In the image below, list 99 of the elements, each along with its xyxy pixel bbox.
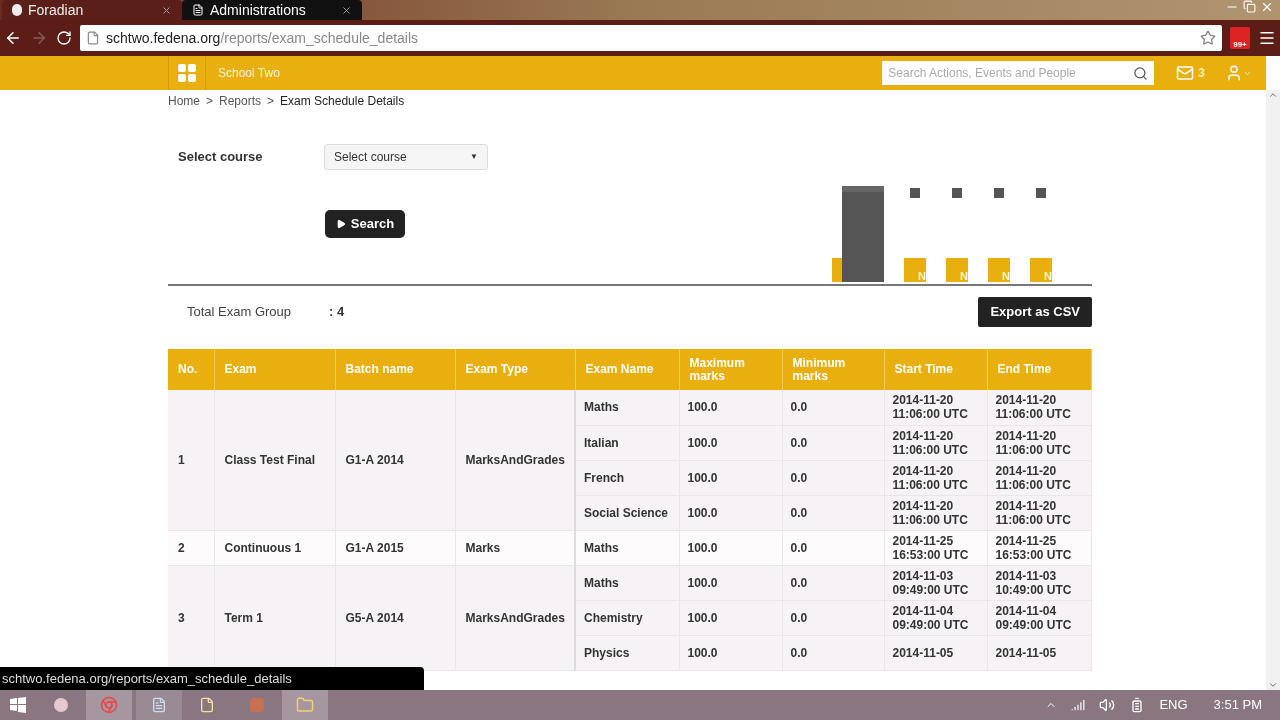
table-cell: 2014-11-20 11:06:00 UTC	[884, 390, 987, 425]
course-select[interactable]: Select course ▼	[324, 144, 488, 170]
browser-tab[interactable]: Foradian	[2, 0, 182, 20]
start-icon[interactable]	[10, 697, 26, 713]
reload-icon[interactable]	[56, 30, 72, 46]
table-cell: 100.0	[679, 460, 782, 495]
export-button[interactable]: Export as CSV	[978, 297, 1092, 327]
scroll-up-icon[interactable]	[1268, 90, 1278, 100]
field-label: Select course	[178, 148, 264, 167]
page-icon	[192, 4, 204, 16]
search-button[interactable]: Search	[325, 210, 405, 238]
table-cell: 0.0	[782, 425, 884, 460]
globe-icon	[12, 4, 22, 16]
status-url: schtwo.fedena.org/reports/exam_schedule_details	[0, 667, 424, 690]
table-cell: 0.0	[782, 390, 884, 425]
search-field[interactable]: Search Actions, Events and People	[882, 61, 1155, 85]
table-cell: 2014-11-04 09:49:00 UTC	[884, 600, 987, 635]
message-count: 3	[1198, 65, 1205, 82]
page-icon	[86, 31, 100, 45]
table-cell: 0.0	[782, 460, 884, 495]
bar-label: N	[1044, 271, 1052, 282]
play-icon	[335, 219, 346, 229]
star-icon[interactable]	[1200, 30, 1216, 46]
bar-label: N	[960, 271, 968, 282]
table-cell: Maths	[575, 530, 679, 565]
search-icon[interactable]	[1133, 65, 1149, 81]
close-icon[interactable]	[341, 4, 352, 16]
chart-marker	[994, 188, 1004, 198]
table-cell: 2014-11-20 11:06:00 UTC	[987, 460, 1091, 495]
table-cell: 2014-11-25 16:53:00 UTC	[884, 530, 987, 565]
scroll-down-icon[interactable]	[1268, 680, 1278, 690]
browser-tab[interactable]: Administrations	[182, 0, 362, 20]
table-cell: 100.0	[679, 495, 782, 530]
table-cell: 100.0	[679, 425, 782, 460]
breadcrumb-item: >	[206, 93, 214, 110]
file-icon[interactable]	[199, 697, 215, 713]
close-icon[interactable]	[161, 4, 172, 16]
table-cell: Maths	[575, 565, 679, 600]
table-cell: 2014-11-04 09:49:00 UTC	[987, 600, 1091, 635]
table-cell: 100.0	[679, 390, 782, 425]
chart-marker	[910, 188, 920, 198]
table-cell: 100.0	[679, 530, 782, 565]
table-cell: Continuous 1	[214, 530, 335, 565]
folder-icon[interactable]	[296, 696, 314, 714]
breadcrumb-item: >	[267, 93, 275, 110]
table-cell: 2014-11-25 16:53:00 UTC	[987, 530, 1091, 565]
table-cell: Physics	[575, 635, 679, 670]
menu-icon[interactable]	[1258, 29, 1276, 47]
chart-marker	[952, 188, 962, 198]
table-cell: 100.0	[679, 635, 782, 670]
table-cell: Chemistry	[575, 600, 679, 635]
summary-value: : 4	[329, 303, 346, 322]
table-cell: French	[575, 460, 679, 495]
table-cell: 100.0	[679, 565, 782, 600]
bar-label: N	[1002, 271, 1010, 282]
table-cell: 2014-11-20 11:06:00 UTC	[987, 425, 1091, 460]
table-cell: 2014-11-05	[884, 635, 987, 670]
table-cell: Italian	[575, 425, 679, 460]
table-cell: 2014-11-05	[987, 635, 1091, 670]
table-cell: 0.0	[782, 495, 884, 530]
table-cell: 2	[168, 530, 214, 565]
clock[interactable]: 3:51 PM	[1213, 695, 1262, 715]
table-cell: 2014-11-20 11:06:00 UTC	[884, 495, 987, 530]
table-cell: 2014-11-20 11:06:00 UTC	[987, 390, 1091, 425]
chart-marker	[1036, 188, 1046, 198]
url-text: schtwo.fedena.org/reports/exam_schedule_details	[106, 28, 420, 48]
table-cell: 0.0	[782, 635, 884, 670]
extension-icon[interactable]: 99+	[1230, 27, 1250, 49]
mail-icon[interactable]	[1176, 64, 1195, 82]
table-cell: Maths	[575, 390, 679, 425]
summary-label: Total Exam Group	[187, 303, 293, 322]
table-cell: 2014-11-03 09:49:00 UTC	[884, 565, 987, 600]
table-cell: 0.0	[782, 565, 884, 600]
language-indicator[interactable]: ENG	[1159, 695, 1188, 715]
table-cell: 2014-11-20 11:06:00 UTC	[987, 495, 1091, 530]
breadcrumb-item[interactable]: Home	[168, 92, 200, 110]
table-cell: Social Science	[575, 495, 679, 530]
table-cell: 0.0	[782, 600, 884, 635]
table-cell: 2014-11-20 11:06:00 UTC	[884, 425, 987, 460]
address-field[interactable]: schtwo.fedena.org/reports/exam_schedule_details	[80, 25, 1222, 51]
caret-icon: ▼	[470, 151, 478, 163]
restore-icon[interactable]	[1243, 0, 1256, 13]
app-icon[interactable]	[54, 698, 68, 712]
document-icon[interactable]	[151, 697, 167, 713]
bar-label: N	[918, 271, 926, 282]
table-cell: 2014-11-03 10:49:00 UTC	[987, 565, 1091, 600]
apps-icon[interactable]	[178, 64, 196, 82]
signal-icon[interactable]	[1071, 698, 1086, 712]
volume-icon[interactable]	[1099, 697, 1116, 713]
forward-icon[interactable]	[30, 29, 48, 47]
table-cell: 0.0	[782, 530, 884, 565]
breadcrumb-item[interactable]: Exam Schedule Details	[280, 92, 405, 110]
table-cell: 100.0	[679, 600, 782, 635]
user-icon[interactable]	[1225, 64, 1243, 82]
table-cell: 2014-11-20 11:06:00 UTC	[884, 460, 987, 495]
table-cell: G1-A 2015	[335, 530, 455, 565]
breadcrumb-item[interactable]: Reports	[219, 92, 262, 110]
scrollbar[interactable]	[1266, 90, 1280, 690]
back-icon[interactable]	[4, 29, 22, 47]
